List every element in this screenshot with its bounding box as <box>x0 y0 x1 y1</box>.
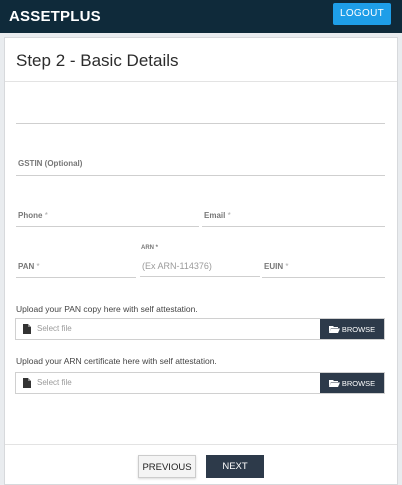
gstin-label: GSTIN (Optional) <box>18 159 83 168</box>
browse-label: BROWSE <box>341 324 376 334</box>
pan-label: PAN * <box>18 262 40 271</box>
folder-open-icon <box>328 326 340 333</box>
phone-field[interactable]: Phone * <box>16 208 199 227</box>
file-icon <box>23 324 31 334</box>
top-bar: ASSETPLUS LOGOUT <box>0 0 402 33</box>
email-field[interactable]: Email * <box>202 208 385 227</box>
form-card: Step 2 - Basic Details GSTIN (Optional) … <box>4 37 398 485</box>
file-placeholder: Select file <box>37 378 72 387</box>
logout-button[interactable]: LOGOUT <box>333 3 391 25</box>
file-icon <box>23 378 31 388</box>
arn-field[interactable]: (Ex ARN-114376) <box>140 259 260 277</box>
pan-file-input[interactable]: Select file BROWSE <box>15 318 385 340</box>
arn-upload-instructions: Upload your ARN certificate here with se… <box>16 356 217 366</box>
footer-divider <box>5 444 397 445</box>
title-divider <box>5 81 397 82</box>
app-logo: ASSETPLUS <box>9 8 101 25</box>
euin-field[interactable]: EUIN * <box>262 259 385 278</box>
arn-placeholder: (Ex ARN-114376) <box>142 261 212 271</box>
arn-browse-button[interactable]: BROWSE <box>320 373 384 393</box>
gstin-field[interactable]: GSTIN (Optional) <box>16 156 385 176</box>
browse-label: BROWSE <box>341 378 376 388</box>
file-placeholder: Select file <box>37 324 72 333</box>
empty-input[interactable] <box>16 108 385 124</box>
pan-browse-button[interactable]: BROWSE <box>320 319 384 339</box>
page-title: Step 2 - Basic Details <box>16 51 179 70</box>
pan-upload-instructions: Upload your PAN copy here with self atte… <box>16 304 198 314</box>
phone-label: Phone * <box>18 211 48 220</box>
folder-open-icon <box>328 380 340 387</box>
arn-label: ARN * <box>141 245 159 251</box>
previous-button[interactable]: PREVIOUS <box>138 455 196 478</box>
pan-field[interactable]: PAN * <box>16 259 136 278</box>
euin-label: EUIN * <box>264 262 289 271</box>
email-label: Email * <box>204 211 231 220</box>
arn-file-input[interactable]: Select file BROWSE <box>15 372 385 394</box>
next-button[interactable]: NEXT <box>206 455 264 478</box>
